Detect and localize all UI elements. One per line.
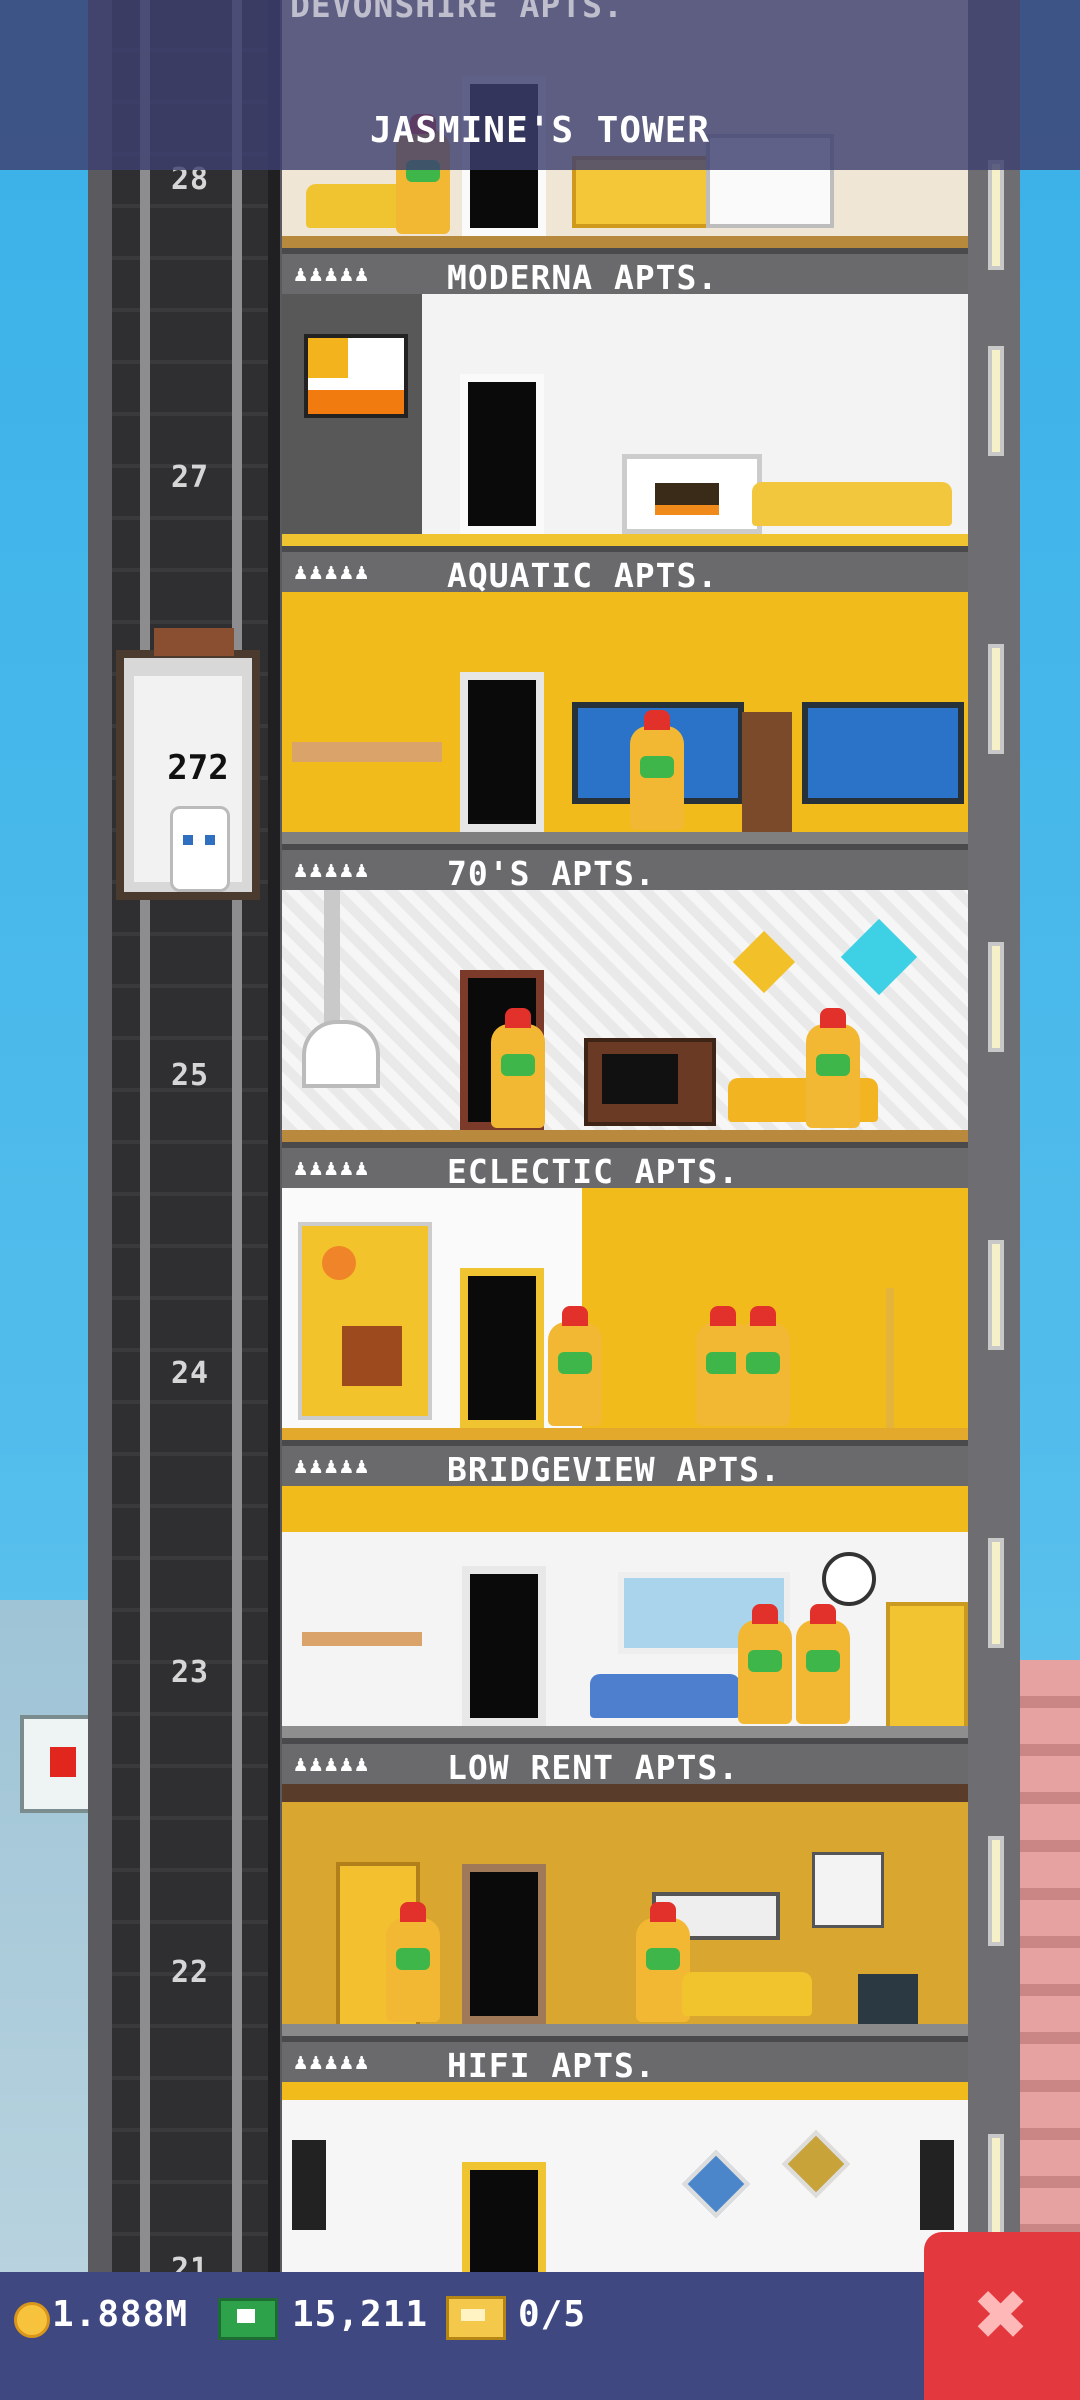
sofa	[590, 1674, 740, 1718]
tenant-icons: ♟♟♟♟♟	[294, 1156, 371, 1181]
elevator-passenger-count: 272	[167, 748, 229, 788]
speaker	[920, 2140, 954, 2230]
floor-23[interactable]: ♟♟♟♟♟ LOW RENT APTS.	[282, 1486, 968, 1787]
modern-art	[304, 334, 408, 418]
game-scene[interactable]: 28 27 25 24 23 22 ♟♟♟♟♟ MODERNA APTS. ♟♟…	[0, 0, 1080, 2400]
close-button[interactable]: ✖	[924, 2232, 1080, 2400]
floor-label-bar: ♟♟♟♟♟ AQUATIC APTS.	[282, 546, 968, 595]
tenant-icons: ♟♟♟♟♟	[294, 2050, 371, 2075]
cabinet	[742, 712, 792, 832]
floor-name-label: ECLECTIC APTS.	[447, 1152, 740, 1191]
background-building-right	[1016, 1660, 1080, 2300]
floor-label-bar: ♟♟♟♟♟ MODERNA APTS.	[282, 248, 968, 297]
floor-27[interactable]: ♟♟♟♟♟ AQUATIC APTS.	[282, 294, 968, 595]
floor-name-label: LOW RENT APTS.	[447, 1748, 740, 1787]
floor-number-22: 22	[170, 1955, 210, 1990]
floor-22-room	[282, 1784, 968, 2036]
floor-lamp	[886, 1288, 894, 1428]
floor-label-bar: ♟♟♟♟♟ BRIDGEVIEW APTS.	[282, 1440, 968, 1489]
shaft-rail-right	[232, 0, 242, 2290]
abstract-painting	[298, 1222, 432, 1420]
fries-icon	[50, 1747, 76, 1777]
floor-number-27: 27	[170, 460, 210, 495]
floor-25-room	[282, 890, 968, 1142]
floor-26[interactable]: ♟♟♟♟♟ 70'S APTS.	[282, 592, 968, 893]
clock-icon	[822, 1552, 876, 1606]
floor-name-label: AQUATIC APTS.	[447, 556, 719, 595]
apartment-door[interactable]	[460, 672, 544, 832]
fireplace	[622, 454, 762, 534]
tenant-icons: ♟♟♟♟♟	[294, 858, 371, 883]
tenant-icons: ♟♟♟♟♟	[294, 1752, 371, 1777]
floor-27-room	[282, 294, 968, 546]
decor-diamond	[732, 930, 796, 994]
floor-23-room	[282, 1486, 968, 1738]
retro-tv	[584, 1038, 716, 1126]
elevator-car[interactable]: 272	[116, 628, 260, 900]
apartment-door[interactable]	[460, 1268, 544, 1428]
resident[interactable]	[792, 1604, 854, 1724]
aquarium	[802, 702, 964, 804]
floor-label-bar: ♟♟♟♟♟ ECLECTIC APTS.	[282, 1142, 968, 1191]
tenant-icons: ♟♟♟♟♟	[294, 262, 371, 287]
resident[interactable]	[626, 710, 688, 830]
floor-number-23: 23	[170, 1655, 210, 1690]
speaker	[292, 2140, 326, 2230]
wall-art	[682, 2150, 750, 2218]
floor-number-24: 24	[170, 1356, 210, 1391]
apartment-door[interactable]	[462, 1864, 546, 2024]
bux-count[interactable]: 15,211	[292, 2294, 428, 2342]
tower-name-title[interactable]: JASMINE'S TOWER	[0, 110, 1080, 151]
resident[interactable]	[732, 1306, 794, 1426]
sofa	[682, 1972, 812, 2016]
fireplace	[302, 1020, 380, 1088]
elevator-shaft	[112, 0, 270, 2290]
floor-label-bar: ♟♟♟♟♟ HIFI APTS.	[282, 2036, 968, 2085]
decor-diamond	[840, 918, 918, 996]
bellhop-robot	[170, 806, 230, 892]
floor-label-bar: ♟♟♟♟♟ LOW RENT APTS.	[282, 1738, 968, 1787]
floor-22[interactable]: ♟♟♟♟♟ HIFI APTS.	[282, 1784, 968, 2085]
dining-table	[292, 742, 442, 762]
top-floor-label: DEVONSHIRE APTS.	[290, 0, 624, 25]
fridge	[886, 1602, 968, 1738]
resident[interactable]	[802, 1008, 864, 1128]
tickets-count[interactable]: 0/5	[518, 2294, 586, 2342]
wall-art	[782, 2130, 850, 2198]
floor-24[interactable]: ♟♟♟♟♟ BRIDGEVIEW APTS.	[282, 1188, 968, 1489]
poster	[812, 1852, 884, 1928]
coin-icon	[14, 2302, 50, 2338]
shaft-divider	[268, 0, 280, 2290]
resident[interactable]	[734, 1604, 796, 1724]
tenant-icons: ♟♟♟♟♟	[294, 560, 371, 585]
tower-right-column	[968, 0, 1020, 2290]
floor-name-label: HIFI APTS.	[447, 2046, 656, 2085]
floor-number-25: 25	[170, 1058, 210, 1093]
coins-count[interactable]: 1.888M	[52, 2294, 188, 2342]
top-header: DEVONSHIRE APTS. JASMINE'S TOWER	[0, 0, 1080, 170]
close-icon: ✖	[974, 2262, 1030, 2367]
shaft-rail-left	[140, 0, 150, 2290]
floor-24-room	[282, 1188, 968, 1440]
floor-name-label: BRIDGEVIEW APTS.	[447, 1450, 781, 1489]
floor-name-label: 70'S APTS.	[447, 854, 656, 893]
floor-26-room	[282, 592, 968, 844]
resident[interactable]	[544, 1306, 606, 1426]
dining-table	[302, 1632, 422, 1646]
resident[interactable]	[382, 1902, 444, 2022]
floor-25[interactable]: ♟♟♟♟♟ ECLECTIC APTS.	[282, 890, 968, 1191]
tenant-icons: ♟♟♟♟♟	[294, 1454, 371, 1479]
cash-icon	[218, 2298, 278, 2340]
apartment-door[interactable]	[460, 374, 544, 534]
background-building-left	[0, 1600, 90, 2300]
apartment-door[interactable]	[462, 1566, 546, 1726]
tv-antenna	[858, 1974, 918, 2024]
resident[interactable]	[487, 1008, 549, 1128]
ticket-icon	[446, 2296, 506, 2340]
floor-name-label: MODERNA APTS.	[447, 258, 719, 297]
sofa	[752, 482, 952, 526]
floor-label-bar: ♟♟♟♟♟ 70'S APTS.	[282, 844, 968, 893]
